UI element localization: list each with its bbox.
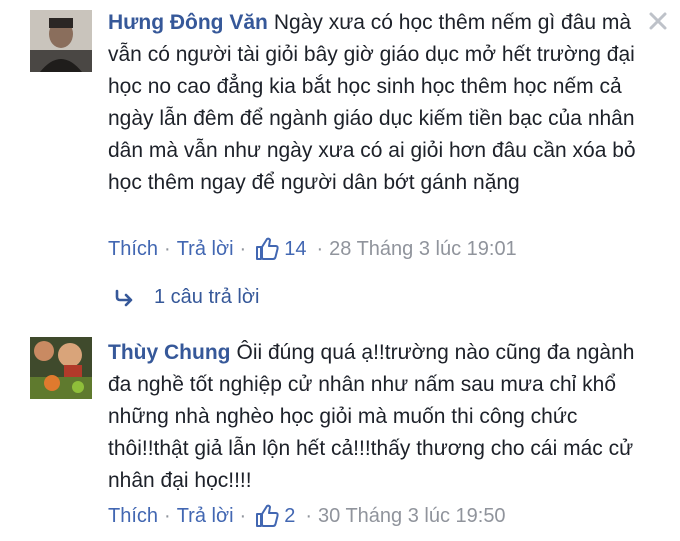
thumbs-up-icon[interactable]	[254, 236, 280, 262]
separator: ·	[164, 504, 171, 527]
separator: ·	[164, 237, 171, 260]
comment-timestamp[interactable]: 30 Tháng 3 lúc 19:50	[318, 505, 506, 528]
thumbs-up-icon[interactable]	[254, 503, 280, 529]
view-replies-link[interactable]: 1 câu trả lời	[114, 286, 259, 309]
comment-body: Hưng Đông Văn Ngày xưa có học thêm nếm gì…	[108, 7, 656, 199]
separator: ·	[305, 504, 312, 527]
separator: ·	[239, 237, 247, 260]
reply-link[interactable]: Trả lời	[177, 505, 234, 528]
separator: ·	[239, 504, 247, 527]
like-link[interactable]: Thích	[108, 505, 158, 528]
like-link[interactable]: Thích	[108, 238, 158, 261]
comment-text: Ngày xưa có học thêm nếm gì đâu mà vẫn c…	[108, 11, 636, 194]
replies-count-label[interactable]: 1 câu trả lời	[154, 286, 259, 309]
comment-actions: Thích · Trả lời · 14 · 28 Tháng 3 lúc 19…	[108, 234, 517, 264]
avatar[interactable]	[30, 337, 92, 399]
comment-body: Thùy Chung Ôii đúng quá ạ!!trường nào cũn…	[108, 337, 656, 497]
comment-author[interactable]: Hưng Đông Văn	[108, 11, 268, 34]
comment-author[interactable]: Thùy Chung	[108, 341, 230, 364]
separator: ·	[316, 237, 324, 260]
like-count[interactable]: 2	[284, 505, 295, 528]
comment-timestamp[interactable]: 28 Tháng 3 lúc 19:01	[329, 238, 517, 261]
reply-link[interactable]: Trả lời	[177, 238, 234, 261]
like-count[interactable]: 14	[284, 238, 306, 261]
avatar[interactable]	[30, 10, 92, 72]
reply-arrow-icon	[114, 289, 136, 307]
comment-actions: Thích · Trả lời · 2 · 30 Tháng 3 lúc 19:…	[108, 501, 506, 531]
